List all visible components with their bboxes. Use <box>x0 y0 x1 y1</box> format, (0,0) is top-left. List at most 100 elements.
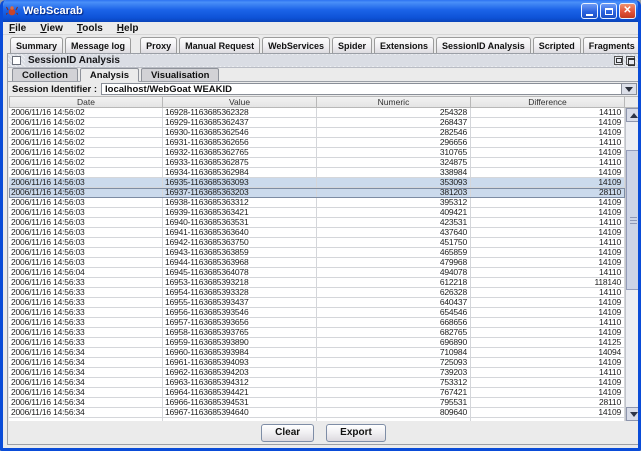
table-row[interactable]: 2006/11/16 14:56:3416963-116368539431275… <box>9 378 625 388</box>
table-row[interactable]: 2006/11/16 14:56:0216930-116368536254628… <box>9 128 625 138</box>
cell-value: 16931-1163685362656 <box>163 138 317 148</box>
menu-file[interactable]: File <box>9 23 26 34</box>
cell-date: 2006/11/16 14:56:03 <box>9 248 163 258</box>
column-header-difference[interactable]: Difference <box>471 96 625 108</box>
cell-numeric: 479968 <box>317 258 471 268</box>
column-header-date[interactable]: Date <box>9 96 163 108</box>
scroll-down-button[interactable] <box>626 407 641 421</box>
table-row[interactable]: 2006/11/16 14:56:0316940-116368536353142… <box>9 218 625 228</box>
table-row[interactable]: 2006/11/16 14:56:3316955-116368539343764… <box>9 298 625 308</box>
table-row[interactable]: 2006/11/16 14:56:3416962-116368539420373… <box>9 368 625 378</box>
combo-dropdown-button[interactable] <box>621 84 636 94</box>
table-row[interactable]: 2006/11/16 14:56:0316934-116368536298433… <box>9 168 625 178</box>
table-row[interactable]: 2006/11/16 14:56:0216928-116368536232825… <box>9 108 625 118</box>
table-row[interactable]: 2006/11/16 14:56:3416964-116368539442176… <box>9 388 625 398</box>
table-row[interactable]: 2006/11/16 14:56:3316958-116368539376568… <box>9 328 625 338</box>
table-row[interactable]: 2006/11/16 14:56:3416966-116368539453179… <box>9 398 625 408</box>
main-tab-proxy[interactable]: Proxy <box>140 37 177 53</box>
cell-difference: 14109 <box>471 378 625 388</box>
column-header-value[interactable]: Value <box>163 96 317 108</box>
cell-date: 2006/11/16 14:56:02 <box>9 158 163 168</box>
frame-tab-analysis[interactable]: Analysis <box>80 68 139 82</box>
cell-value: 16956-1163685393546 <box>163 308 317 318</box>
scroll-up-button[interactable] <box>626 108 641 122</box>
internal-restore-icon[interactable] <box>614 56 623 65</box>
table-row[interactable]: 2006/11/16 14:56:0316935-116368536309335… <box>9 178 625 188</box>
internal-maximize-icon[interactable] <box>626 56 635 65</box>
frame-tab-visualisation[interactable]: Visualisation <box>141 68 219 81</box>
internal-frame-controls <box>614 56 635 65</box>
cell-numeric: 753312 <box>317 378 471 388</box>
table-row[interactable]: 2006/11/16 14:56:3416960-116368539398471… <box>9 348 625 358</box>
cell-numeric: 668656 <box>317 318 471 328</box>
cell-difference: 14109 <box>471 178 625 188</box>
cell-numeric: 395312 <box>317 198 471 208</box>
table-row[interactable]: 2006/11/16 14:56:0216933-116368536287532… <box>9 158 625 168</box>
menu-tools[interactable]: Tools <box>77 23 103 34</box>
main-tab-summary[interactable]: Summary <box>10 37 63 53</box>
cell-difference: 14094 <box>471 348 625 358</box>
window-titlebar[interactable]: WebScarab ✕ <box>0 0 641 22</box>
menu-help[interactable]: Help <box>117 23 139 34</box>
table-row[interactable]: 2006/11/16 14:56:0216932-116368536276531… <box>9 148 625 158</box>
session-identifier-combobox[interactable]: localhost/WebGoat WEAKID <box>101 83 637 95</box>
clear-button[interactable]: Clear <box>261 424 314 442</box>
webscarab-window: WebScarab ✕ File View Tools Help SummaryMes… <box>0 0 641 451</box>
main-tab-extensions[interactable]: Extensions <box>374 37 434 53</box>
maximize-button[interactable] <box>600 3 617 19</box>
close-button[interactable]: ✕ <box>619 3 636 19</box>
cell-numeric: 282546 <box>317 128 471 138</box>
cell-value: 16932-1163685362765 <box>163 148 317 158</box>
main-tab-manual-request[interactable]: Manual Request <box>179 37 260 53</box>
cell-difference: 14109 <box>471 308 625 318</box>
window-title: WebScarab <box>23 5 581 17</box>
cell-numeric: 451750 <box>317 238 471 248</box>
table-row[interactable]: 2006/11/16 14:56:3416967-116368539464080… <box>9 408 625 418</box>
main-tab-message-log[interactable]: Message log <box>65 37 131 53</box>
session-identifier-row: Session Identifier : localhost/WebGoat W… <box>8 82 639 96</box>
cell-date: 2006/11/16 14:56:02 <box>9 118 163 128</box>
main-tab-scripted[interactable]: Scripted <box>533 37 581 53</box>
table-row[interactable]: 2006/11/16 14:56:0316944-116368536396847… <box>9 258 625 268</box>
table-row[interactable]: 2006/11/16 14:56:0216931-116368536265629… <box>9 138 625 148</box>
cell-value: 16945-1163685364078 <box>163 268 317 278</box>
table-row[interactable]: 2006/11/16 14:56:0316941-116368536364043… <box>9 228 625 238</box>
table-row[interactable]: 2006/11/16 14:56:0316942-116368536375045… <box>9 238 625 248</box>
main-tab-fragments[interactable]: Fragments <box>583 37 641 53</box>
cell-numeric: 324875 <box>317 158 471 168</box>
cell-difference: 14109 <box>471 408 625 418</box>
table-row[interactable]: 2006/11/16 14:56:0216929-116368536243726… <box>9 118 625 128</box>
menu-view[interactable]: View <box>40 23 63 34</box>
internal-frame-titlebar[interactable]: SessionID Analysis <box>8 54 639 68</box>
table-row[interactable]: 2006/11/16 14:56:0316937-116368536320338… <box>9 188 625 198</box>
table-row[interactable]: 2006/11/16 14:56:0416945-116368536407849… <box>9 268 625 278</box>
cell-difference: 14110 <box>471 138 625 148</box>
table-row[interactable]: 2006/11/16 14:56:3316959-116368539389069… <box>9 338 625 348</box>
table-row[interactable]: 2006/11/16 14:56:3316953-116368539321861… <box>9 278 625 288</box>
table-row[interactable]: 2006/11/16 14:56:0316938-116368536331239… <box>9 198 625 208</box>
cell-value: 16939-1163685363421 <box>163 208 317 218</box>
scrollbar-thumb[interactable] <box>626 150 640 290</box>
main-tab-spider[interactable]: Spider <box>332 37 372 53</box>
cell-date: 2006/11/16 14:56:03 <box>9 168 163 178</box>
table-row[interactable]: 2006/11/16 14:56:3316957-116368539365666… <box>9 318 625 328</box>
minimize-button[interactable] <box>581 3 598 19</box>
cell-numeric: 338984 <box>317 168 471 178</box>
export-button[interactable]: Export <box>326 424 386 442</box>
table-row[interactable]: 2006/11/16 14:56:0316939-116368536342140… <box>9 208 625 218</box>
cell-value: 16937-1163685363203 <box>163 188 317 198</box>
cell-date: 2006/11/16 14:56:34 <box>9 388 163 398</box>
table-row[interactable]: 2006/11/16 14:56:3416961-116368539409372… <box>9 358 625 368</box>
cell-date: 2006/11/16 14:56:34 <box>9 348 163 358</box>
frame-tab-collection[interactable]: Collection <box>12 68 78 81</box>
main-tab-webservices[interactable]: WebServices <box>262 37 330 53</box>
column-header-numeric[interactable]: Numeric <box>317 96 471 108</box>
table-row[interactable]: 2006/11/16 14:56:3316956-116368539354665… <box>9 308 625 318</box>
table-row[interactable]: 2006/11/16 14:56:3316954-116368539332862… <box>9 288 625 298</box>
cell-difference: 14110 <box>471 238 625 248</box>
cell-numeric: 494078 <box>317 268 471 278</box>
main-tab-sessionid-analysis[interactable]: SessionID Analysis <box>436 37 531 53</box>
session-identifier-value: localhost/WebGoat WEAKID <box>102 84 621 95</box>
table-row[interactable]: 2006/11/16 14:56:0316943-116368536385946… <box>9 248 625 258</box>
vertical-scrollbar[interactable] <box>625 108 640 421</box>
